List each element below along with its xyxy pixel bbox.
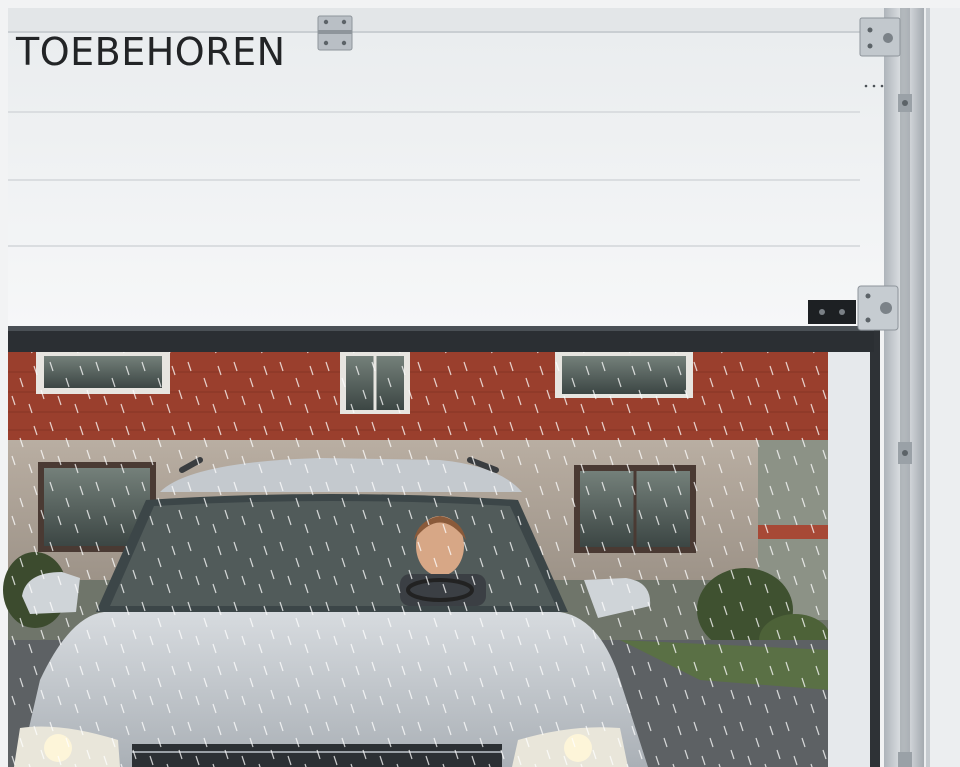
door-hinge-icon [317,15,353,51]
garage-door-photo: TOEBEHOREN [0,0,960,767]
page-title: TOEBEHOREN [16,30,286,74]
door-frame-inner [828,350,876,767]
rain-overlay [8,350,830,767]
door-roller-bracket-icon [859,17,901,57]
photo-illustration [0,0,960,767]
